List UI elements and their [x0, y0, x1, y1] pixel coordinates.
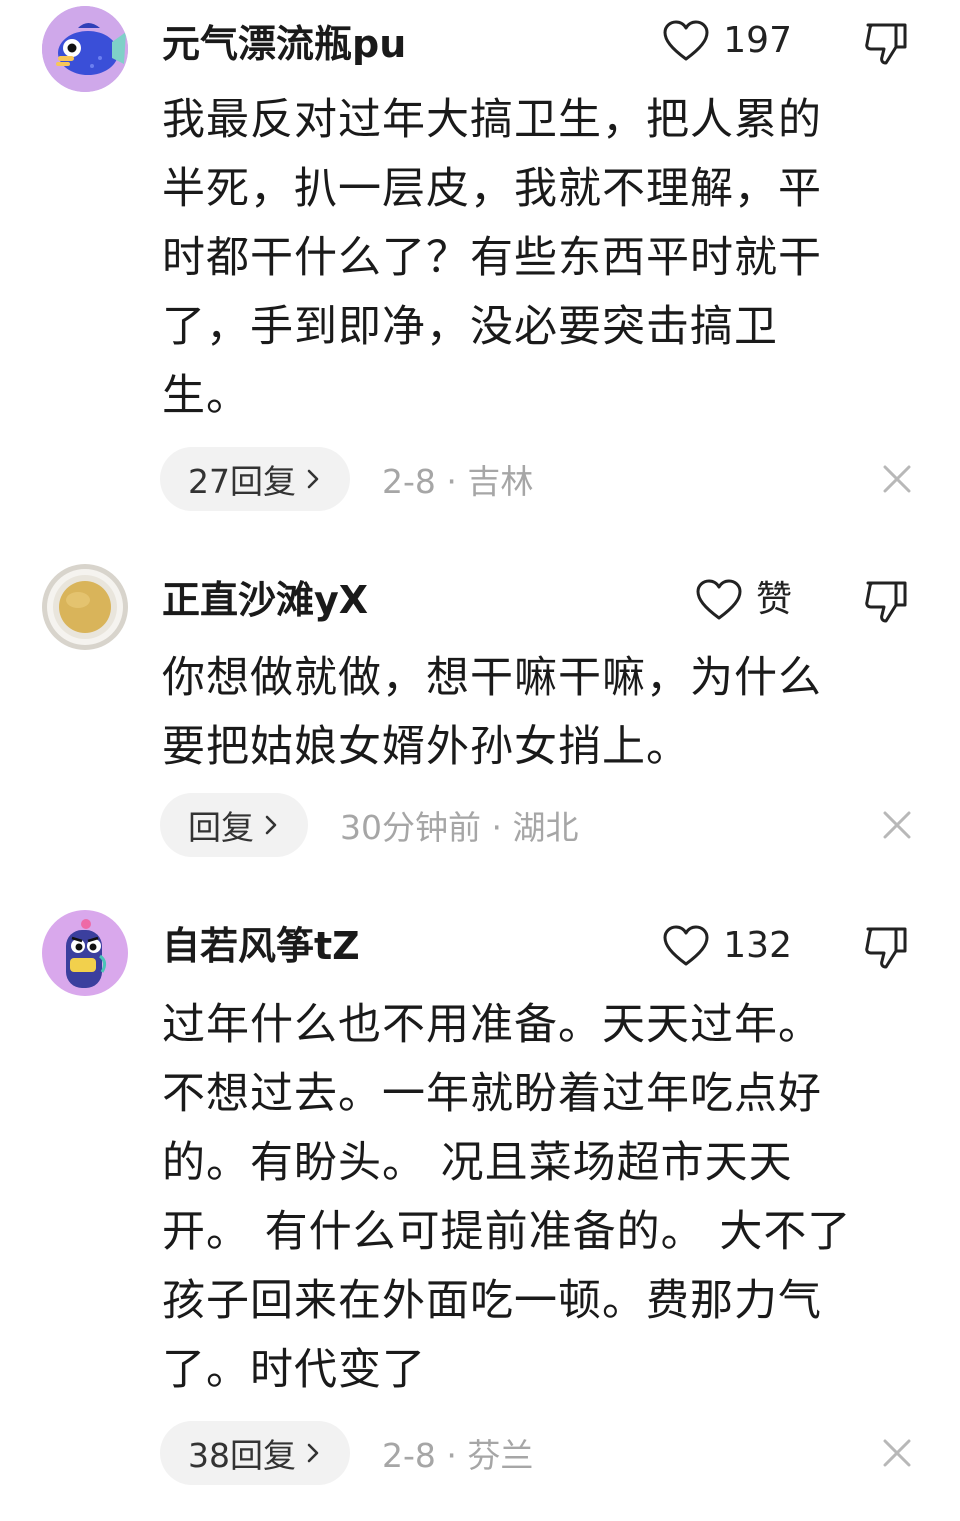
reply-button[interactable]: 38回复 — [160, 1421, 350, 1485]
close-icon — [883, 465, 911, 493]
close-button[interactable] — [880, 808, 914, 842]
comment-text-line: 开。 有什么可提前准备的。 大不了 — [162, 1207, 852, 1257]
like-count: 197 — [723, 20, 792, 61]
reply-label: 回复 — [188, 808, 254, 847]
reply-label: 27回复 — [188, 462, 296, 501]
comment-item: 自若风筝tZ 132 过年什么也不用准备。天天过年。 不想过去。一年就盼着过年吃… — [0, 906, 960, 1506]
close-icon — [883, 811, 911, 839]
comment-meta: 回复 30分钟前 · 湖北 — [160, 793, 578, 857]
comment-text-line: 了，手到即净，没必要突击搞卫 — [162, 302, 778, 352]
username[interactable]: 正直沙滩yX — [162, 576, 368, 624]
purple-monster-avatar-icon — [42, 910, 128, 996]
like-button[interactable]: 197 — [663, 17, 792, 65]
time-location: 2-8 · 芬兰 — [382, 1436, 534, 1475]
time-location: 2-8 · 吉林 — [382, 462, 534, 501]
comment-text-line: 过年什么也不用准备。天天过年。 — [162, 1000, 822, 1050]
user-avatar[interactable] — [42, 564, 128, 650]
comment-item: 正直沙滩yX 赞 你想做就做，想干嘛干嘛，为什么 要把姑娘女婿外孙女捎上。 回复… — [0, 560, 960, 880]
heart-icon — [696, 579, 742, 621]
comment-text-line: 要把姑娘女婿外孙女捎上。 — [162, 722, 690, 772]
close-button[interactable] — [880, 462, 914, 496]
reply-button[interactable]: 回复 — [160, 793, 308, 857]
like-count: 132 — [723, 925, 792, 966]
thumbs-down-icon — [865, 23, 907, 65]
comment-meta: 27回复 2-8 · 吉林 — [160, 447, 533, 511]
comment-text: 我最反对过年大搞卫生，把人累的 半死，扒一层皮，我就不理解，平 时都干什么了？有… — [162, 86, 902, 431]
username[interactable]: 元气漂流瓶pu — [162, 20, 406, 68]
chevron-right-icon — [306, 1442, 320, 1464]
comment-text: 你想做就做，想干嘛干嘛，为什么 要把姑娘女婿外孙女捎上。 — [162, 644, 902, 782]
comment-text-line: 不想过去。一年就盼着过年吃点好 — [162, 1069, 822, 1119]
reply-button[interactable]: 27回复 — [160, 447, 350, 511]
dislike-button[interactable] — [862, 577, 910, 625]
like-button[interactable]: 132 — [663, 922, 792, 970]
comment-meta: 38回复 2-8 · 芬兰 — [160, 1421, 533, 1485]
comment-text-line: 我最反对过年大搞卫生，把人累的 — [162, 95, 822, 145]
tea-cup-avatar-icon — [42, 564, 128, 650]
comment-text: 过年什么也不用准备。天天过年。 不想过去。一年就盼着过年吃点好 的。有盼头。 况… — [162, 991, 902, 1405]
comment-text-line: 孩子回来在外面吃一顿。费那力气 — [162, 1276, 822, 1326]
thumbs-down-icon — [865, 927, 907, 969]
user-avatar[interactable] — [42, 910, 128, 996]
username[interactable]: 自若风筝tZ — [162, 922, 360, 970]
thumbs-down-icon — [865, 581, 907, 623]
like-button[interactable]: 赞 — [696, 576, 792, 624]
comment-text-line: 了。时代变了 — [162, 1345, 426, 1395]
comment-item: 元气漂流瓶pu 197 我最反对过年大搞卫生，把人累的 半死，扒一层皮，我就不理… — [0, 0, 960, 520]
like-count: 赞 — [755, 579, 792, 620]
chevron-right-icon — [306, 468, 320, 490]
time-location: 30分钟前 · 湖北 — [340, 808, 579, 847]
close-button[interactable] — [880, 1436, 914, 1470]
close-icon — [883, 1439, 911, 1467]
comment-text-line: 你想做就做，想干嘛干嘛，为什么 — [162, 653, 822, 703]
comment-text-line: 生。 — [162, 371, 250, 421]
comment-text-line: 的。有盼头。 况且菜场超市天天 — [162, 1138, 793, 1188]
dislike-button[interactable] — [862, 19, 910, 67]
chevron-right-icon — [264, 814, 278, 836]
blue-fish-avatar-icon — [42, 6, 128, 92]
comment-text-line: 时都干什么了？有些东西平时就干 — [162, 233, 822, 283]
dislike-button[interactable] — [862, 923, 910, 971]
heart-icon — [663, 20, 709, 62]
user-avatar[interactable] — [42, 6, 128, 92]
heart-icon — [663, 925, 709, 967]
comment-text-line: 半死，扒一层皮，我就不理解，平 — [162, 164, 822, 214]
reply-label: 38回复 — [188, 1436, 296, 1475]
